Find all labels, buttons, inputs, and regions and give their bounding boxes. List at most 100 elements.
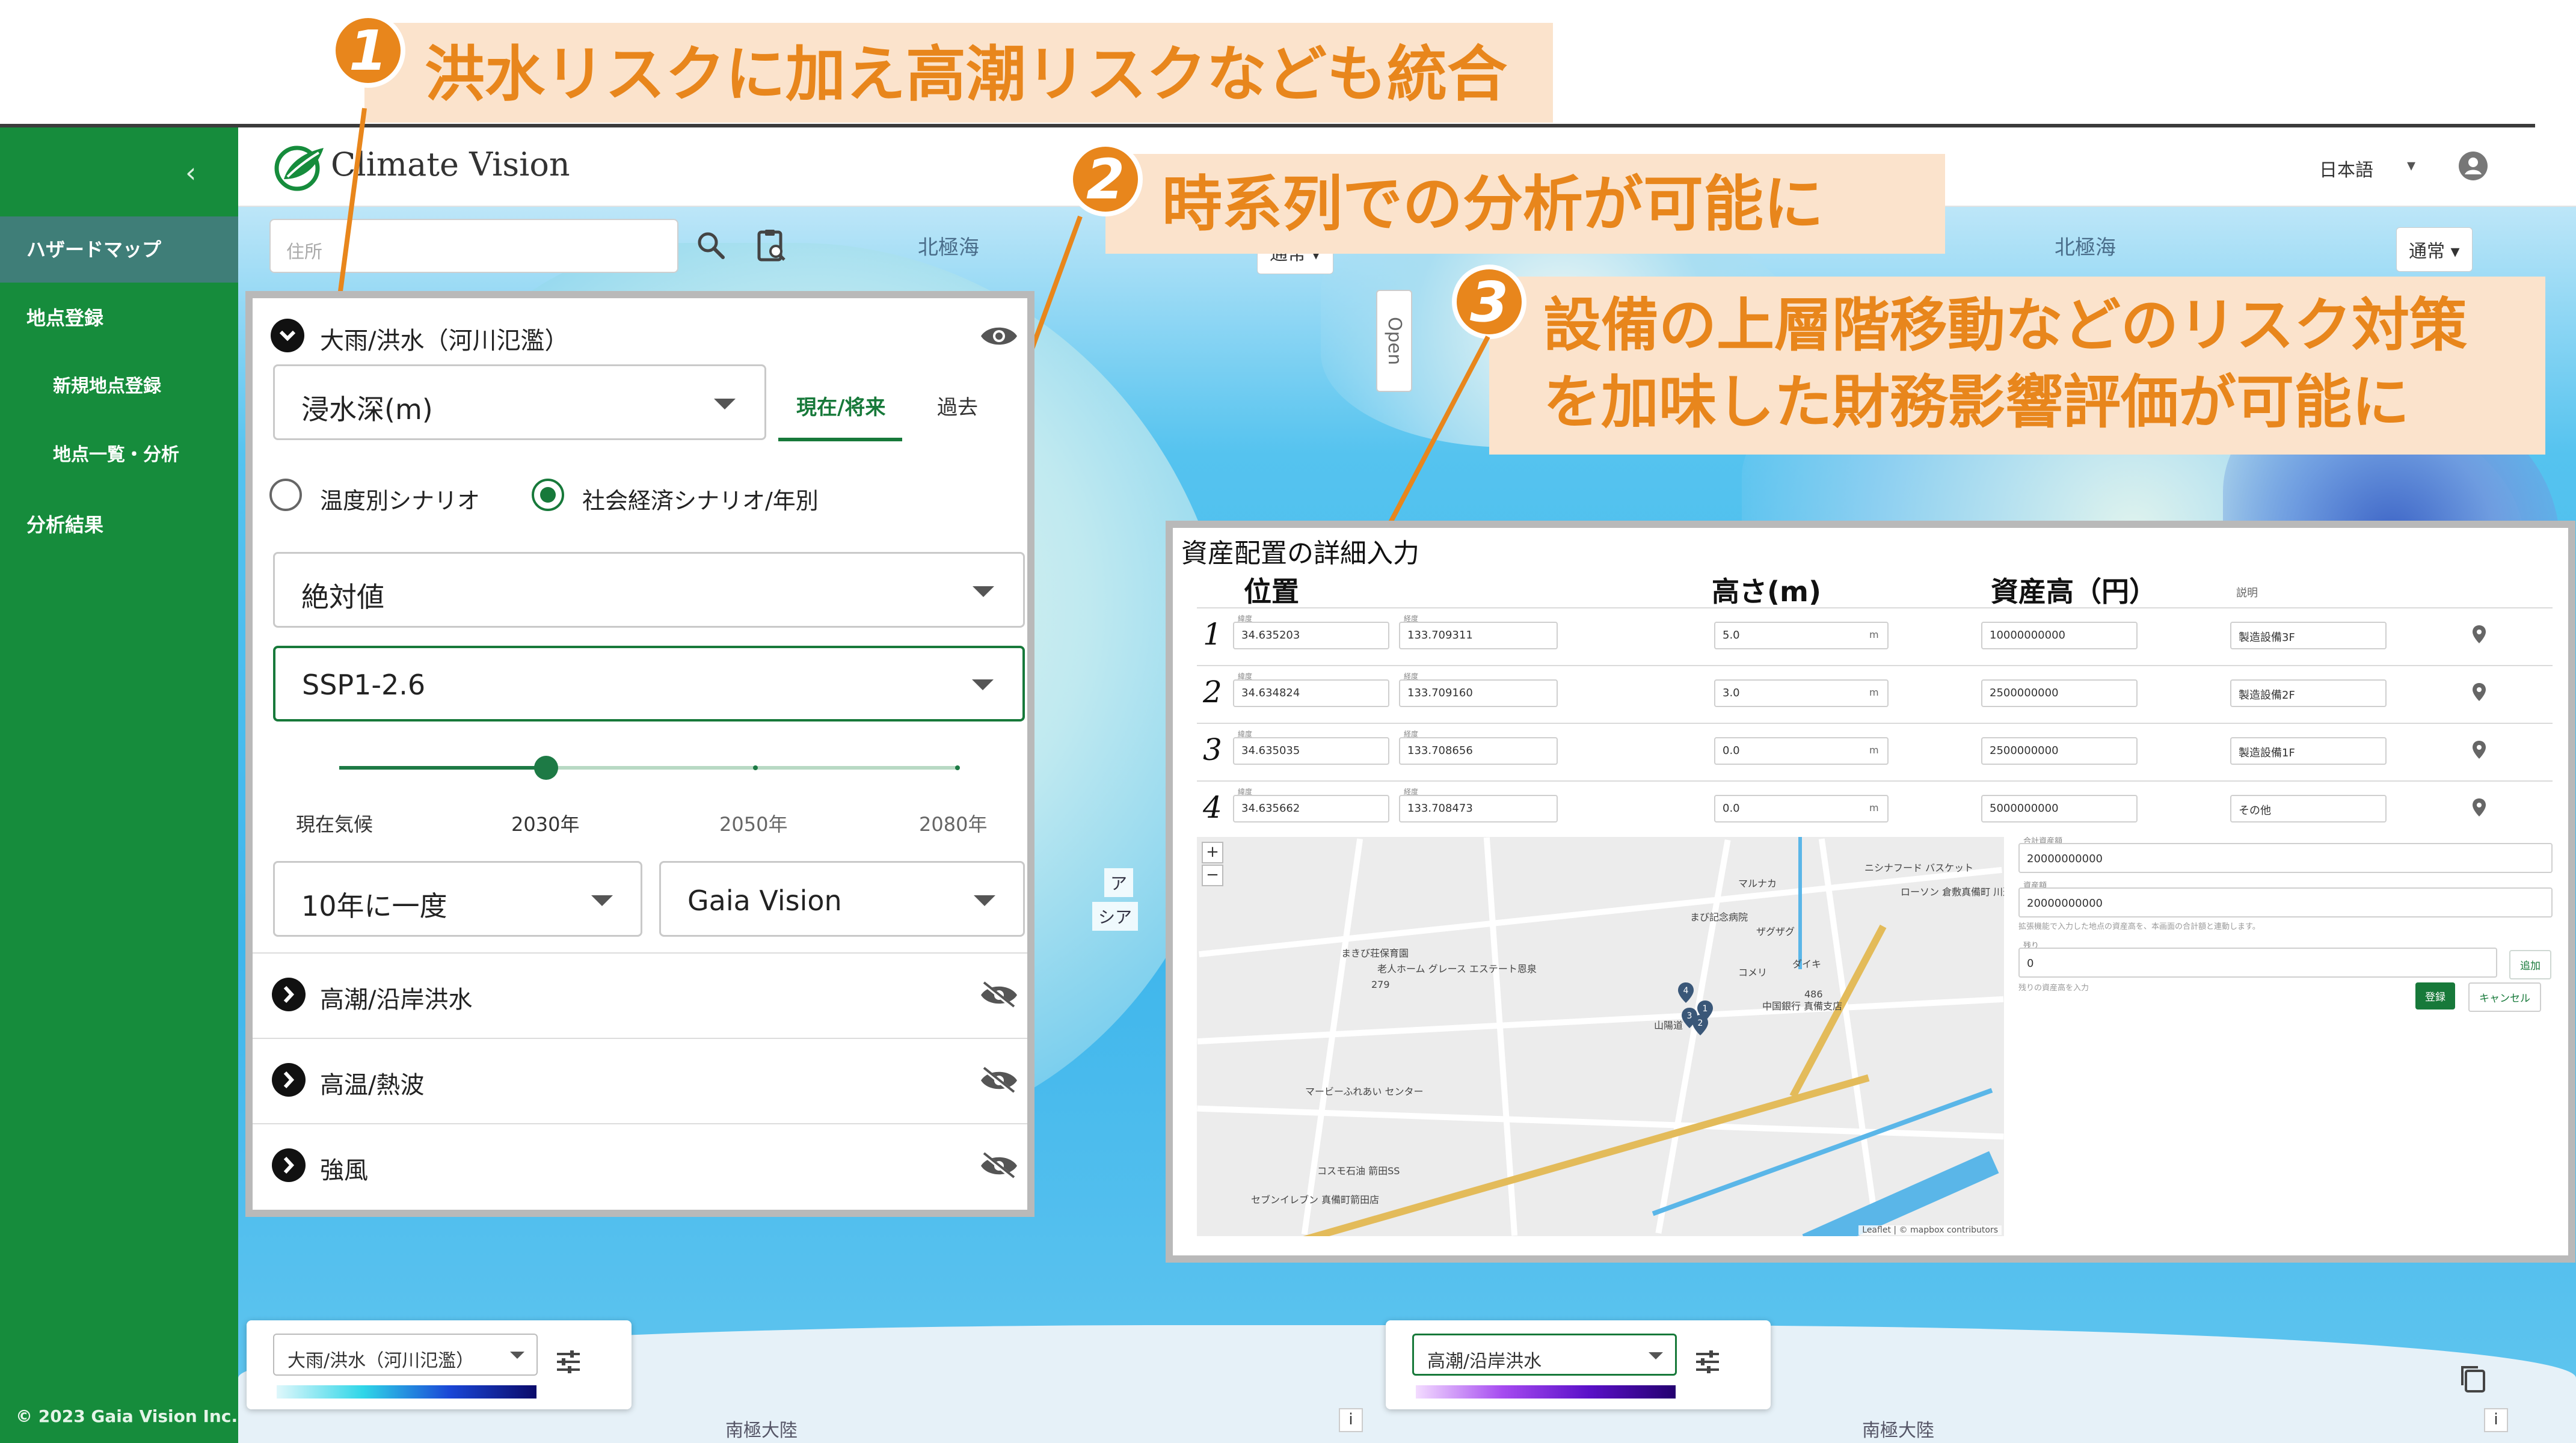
asset-value-input[interactable]: 5000000000 <box>1981 795 2138 823</box>
form-note: 残りの資産高を入力 <box>2018 984 2089 993</box>
asset-marker-icon[interactable]: 2 <box>1691 1014 1709 1037</box>
remaining-input[interactable]: 0 <box>2018 948 2497 978</box>
sidebar-item-hazard-map[interactable]: ハザードマップ <box>0 216 238 283</box>
map-road-label: 279 <box>1371 979 1390 990</box>
sidebar-item-new-site[interactable]: 新規地点登録 <box>0 354 238 420</box>
frequency-select[interactable]: 10年に一度 <box>273 861 642 937</box>
asset-value-input[interactable]: 10000000000 <box>1981 622 2138 649</box>
model-select[interactable]: Gaia Vision <box>659 861 1025 937</box>
asset-value-field[interactable]: 20000000000 <box>2018 887 2553 918</box>
sidebar-item-results[interactable]: 分析結果 <box>0 492 238 558</box>
info-button[interactable]: i <box>1339 1408 1363 1432</box>
clipboard-search-icon[interactable] <box>752 226 790 265</box>
radio-temperature-scenario[interactable] <box>269 479 302 511</box>
longitude-input[interactable]: 133.708473 <box>1399 795 1558 823</box>
section-title-wind[interactable]: 強風 <box>320 1151 368 1186</box>
tab-active-underline <box>778 438 902 441</box>
info-button[interactable]: i <box>2484 1408 2508 1432</box>
timeline-tick[interactable]: 現在気候 <box>296 809 373 837</box>
location-pin-icon[interactable] <box>2471 624 2488 645</box>
height-input[interactable]: 5.0 <box>1714 622 1889 649</box>
eye-off-icon[interactable] <box>979 1067 1019 1094</box>
asset-value-input[interactable]: 2500000000 <box>1981 679 2138 707</box>
timeline-tick[interactable]: 2080年 <box>919 809 987 837</box>
canal <box>1802 1151 1999 1236</box>
open-panel-tab[interactable]: Open <box>1376 290 1412 392</box>
radio-socioeconomic-scenario[interactable] <box>532 479 564 511</box>
height-input[interactable]: 3.0 <box>1714 679 1889 707</box>
latitude-input[interactable]: 34.635662 <box>1233 795 1389 823</box>
asset-marker-icon[interactable]: 4 <box>1677 981 1695 1004</box>
zoom-in-button[interactable]: + <box>1202 842 1223 863</box>
map-place-label: ア <box>1104 868 1134 897</box>
account-icon[interactable] <box>2458 150 2489 182</box>
tune-icon[interactable] <box>1692 1347 1723 1377</box>
timeline-tick[interactable]: 2050年 <box>719 809 787 837</box>
chevron-right-icon[interactable] <box>272 978 306 1011</box>
location-pin-icon[interactable] <box>2471 740 2488 760</box>
longitude-input[interactable]: 133.709160 <box>1399 679 1558 707</box>
latitude-input[interactable]: 34.634824 <box>1233 679 1389 707</box>
section-title-flood[interactable]: 大雨/洪水（河川氾濫） <box>320 321 568 356</box>
chevron-right-icon[interactable] <box>272 1063 306 1097</box>
sidebar-item-site-registration[interactable]: 地点登録 <box>0 285 238 351</box>
map-poi-label: 中国銀行 真備支店 <box>1762 1000 1843 1012</box>
tab-past[interactable]: 過去 <box>937 391 978 420</box>
legend-layer-select[interactable]: 高潮/沿岸洪水 <box>1412 1334 1677 1376</box>
sidebar-item-site-list[interactable]: 地点一覧・分析 <box>0 422 238 488</box>
column-header-description: 説明 <box>2236 587 2258 599</box>
longitude-input[interactable]: 133.709311 <box>1399 622 1558 649</box>
register-button[interactable]: 登録 <box>2415 982 2455 1009</box>
description-input[interactable]: 製造設備3F <box>2230 622 2387 649</box>
map-place-label: シア <box>1092 902 1139 931</box>
chevron-right-icon[interactable] <box>272 1148 306 1182</box>
table-row: 1 緯度 34.635203 経度 133.709311 5.0 m 10000… <box>1197 607 2553 665</box>
map-view-select-right[interactable]: 通常 ▾ <box>2396 227 2473 272</box>
description-input[interactable]: その他 <box>2230 795 2387 823</box>
description-input[interactable]: 製造設備1F <box>2230 737 2387 765</box>
tune-icon[interactable] <box>553 1347 583 1377</box>
timeline-tick[interactable]: 2030年 <box>511 809 579 837</box>
section-title-heat[interactable]: 高温/熱波 <box>320 1065 424 1100</box>
street-map[interactable]: + − ニシナフード バスケット マルナカ まび記念病院 ザグザグ ダイキ コメ… <box>1197 837 2004 1236</box>
location-pin-icon[interactable] <box>2471 797 2488 818</box>
timeline-slider-step[interactable] <box>955 765 960 770</box>
description-input[interactable]: 製造設備2F <box>2230 679 2387 707</box>
asset-value-input[interactable]: 2500000000 <box>1981 737 2138 765</box>
timeline-slider-step[interactable] <box>753 765 758 770</box>
value-type-select[interactable]: 絶対値 <box>273 552 1025 628</box>
ssp-select[interactable]: SSP1-2.6 <box>273 646 1025 721</box>
chevron-down-icon[interactable] <box>271 319 304 352</box>
metric-select[interactable]: 浸水深(m) <box>273 364 766 440</box>
height-input[interactable]: 0.0 <box>1714 737 1889 765</box>
map-attribution[interactable]: Leaflet | © mapbox contributors <box>1858 1225 2002 1235</box>
height-input[interactable]: 0.0 <box>1714 795 1889 823</box>
sea-label: 北極海 <box>2055 236 2116 260</box>
tab-current-future[interactable]: 現在/将来 <box>796 391 885 420</box>
timeline-slider-thumb[interactable] <box>534 756 558 780</box>
eye-icon[interactable] <box>979 322 1019 350</box>
add-button[interactable]: 追加 <box>2509 950 2551 979</box>
latitude-input[interactable]: 34.635203 <box>1233 622 1389 649</box>
search-icon[interactable] <box>692 226 730 265</box>
zoom-out-button[interactable]: − <box>1202 865 1223 886</box>
search-input[interactable]: 住所 <box>269 219 678 273</box>
eye-off-icon[interactable] <box>979 981 1019 1009</box>
section-title-storm-surge[interactable]: 高潮/沿岸洪水 <box>320 980 472 1015</box>
sidebar-collapse-icon[interactable]: ‹ <box>185 156 196 189</box>
copy-icon[interactable] <box>2456 1361 2492 1397</box>
total-asset-input[interactable]: 20000000000 <box>2018 843 2553 873</box>
cancel-button[interactable]: キャンセル <box>2468 982 2541 1012</box>
sea-label: 北極海 <box>918 236 979 260</box>
location-pin-icon[interactable] <box>2471 682 2488 702</box>
form-note: 拡張機能で入力した地点の資産高を、本画面の合計額と連動します。 <box>2018 922 2260 931</box>
latitude-input[interactable]: 34.635035 <box>1233 737 1389 765</box>
callout-3-badge: 3 <box>1452 265 1526 339</box>
eye-off-icon[interactable] <box>979 1152 1019 1180</box>
leaf-logo-icon <box>274 146 324 191</box>
language-select[interactable]: 日本語 <box>2319 155 2373 182</box>
longitude-input[interactable]: 133.708656 <box>1399 737 1558 765</box>
row-number: 4 <box>1203 790 1222 825</box>
legend-layer-select[interactable]: 大雨/洪水（河川氾濫） <box>273 1334 538 1376</box>
chevron-down-icon[interactable]: ▾ <box>2407 155 2415 175</box>
